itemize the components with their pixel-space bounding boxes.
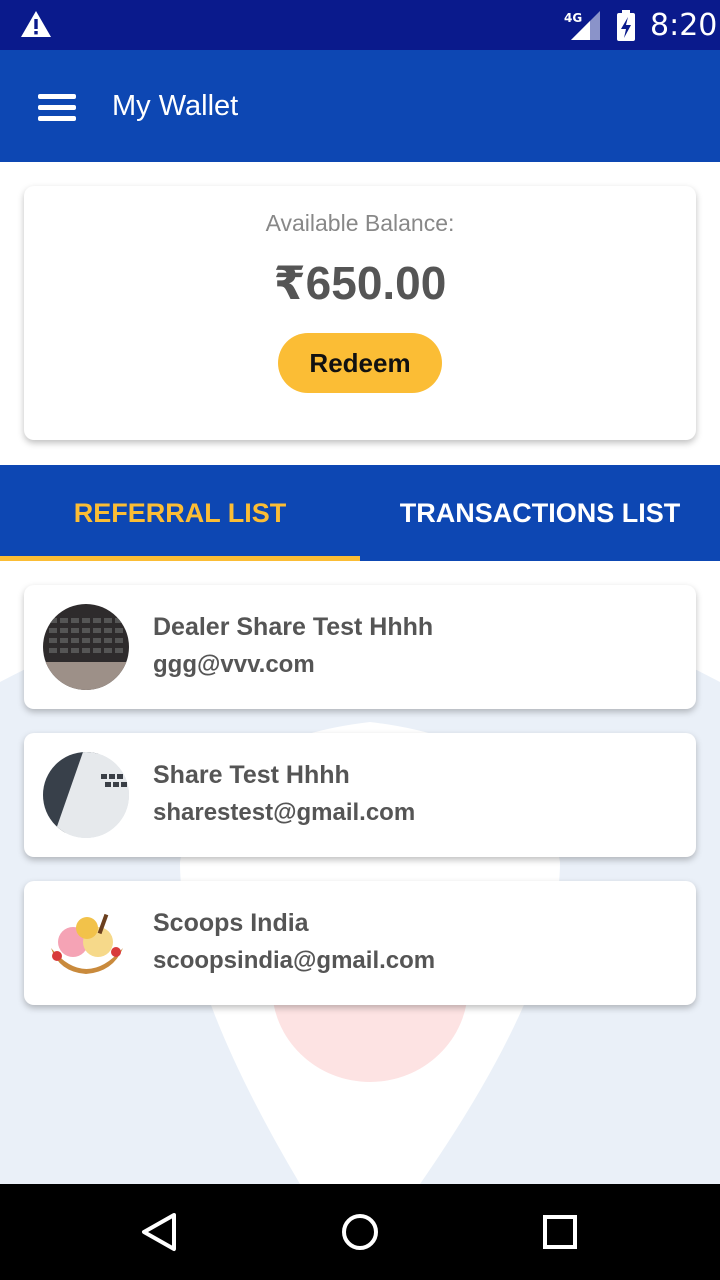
system-nav-bar <box>0 1184 720 1280</box>
recents-icon[interactable] <box>538 1210 582 1254</box>
referral-list-item[interactable]: Scoops India scoopsindia@gmail.com <box>24 881 696 1005</box>
signal-4g-icon: 4G <box>562 9 602 46</box>
tab-bar: REFERRAL LIST TRANSACTIONS LIST <box>0 465 720 561</box>
avatar <box>43 900 129 986</box>
hamburger-menu-icon[interactable] <box>38 94 76 122</box>
wallet-content[interactable]: Available Balance: ₹650.00 Redeem REFERR… <box>0 162 720 1184</box>
svg-text:4G: 4G <box>564 11 582 25</box>
status-bar: 4G 8:20 <box>0 0 720 50</box>
referral-name: Dealer Share Test Hhhh <box>153 613 434 641</box>
warning-icon <box>20 10 52 43</box>
home-icon[interactable] <box>338 1210 382 1254</box>
balance-amount: ₹650.00 <box>273 257 447 309</box>
referral-name: Share Test Hhhh <box>153 761 350 789</box>
page-title: My Wallet <box>112 90 239 122</box>
tab-referral-list[interactable]: REFERRAL LIST <box>0 465 360 561</box>
avatar <box>43 752 129 838</box>
tab-transactions-list[interactable]: TRANSACTIONS LIST <box>360 465 720 561</box>
app-bar: My Wallet <box>0 50 720 162</box>
referral-name: Scoops India <box>153 909 309 937</box>
referral-email: ggg@vvv.com <box>153 651 315 678</box>
status-time: 8:20 <box>650 8 718 43</box>
balance-card: Available Balance: ₹650.00 Redeem <box>24 186 696 440</box>
battery-charging-icon <box>616 10 636 47</box>
active-tab-indicator <box>0 556 360 561</box>
referral-list-item[interactable]: Share Test Hhhh sharestest@gmail.com <box>24 733 696 857</box>
back-icon[interactable] <box>138 1210 182 1254</box>
balance-label: Available Balance: <box>265 210 455 236</box>
redeem-button[interactable]: Redeem <box>278 333 442 393</box>
avatar <box>43 604 129 690</box>
referral-list-item[interactable]: Dealer Share Test Hhhh ggg@vvv.com <box>24 585 696 709</box>
referral-email: sharestest@gmail.com <box>153 799 416 826</box>
referral-email: scoopsindia@gmail.com <box>153 947 436 974</box>
